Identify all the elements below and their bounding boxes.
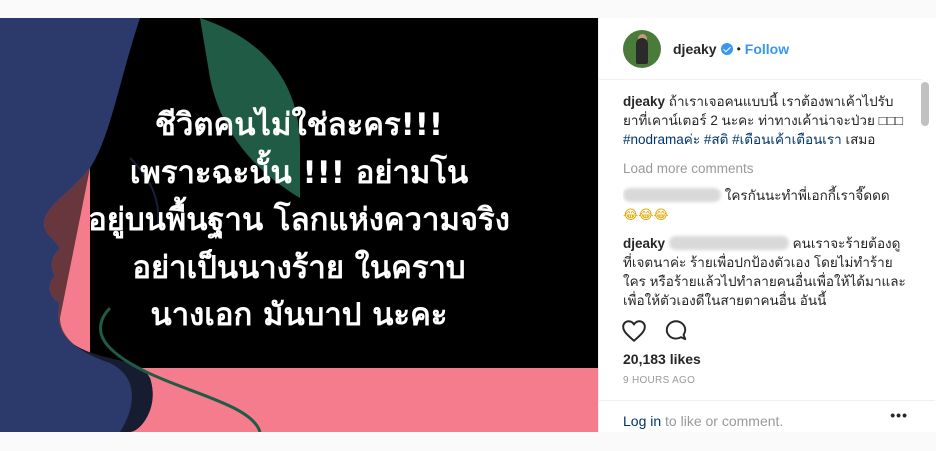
follow-button[interactable]: Follow — [745, 41, 789, 57]
post-timestamp[interactable]: 9 HOURS AGO — [623, 375, 695, 386]
login-prompt-text: to like or comment. — [661, 413, 784, 429]
load-more-comments[interactable]: Load more comments — [623, 159, 907, 178]
blurred-mention — [668, 236, 789, 250]
quote-line: อยู่บนพื้นฐาน โลกแห่งความจริง — [88, 202, 510, 238]
post-image[interactable]: ชีวิตคนไม่ใช่ละคร!!! เพราะฉะนั้น !!! อย่… — [0, 18, 598, 432]
comment-icon[interactable] — [663, 318, 689, 344]
scrollbar-thumb[interactable] — [921, 82, 929, 126]
quote-line: ชีวิตคนไม่ใช่ละคร!!! — [154, 107, 444, 143]
separator-dot: • — [736, 41, 741, 56]
hashtag[interactable]: #สติ — [704, 132, 729, 147]
comments-scrollbar[interactable] — [921, 80, 929, 320]
login-link[interactable]: Log in — [623, 413, 661, 429]
avatar[interactable] — [623, 29, 661, 68]
more-options-icon[interactable]: ••• — [890, 407, 908, 423]
comment-item: djeaky คนเราจะร้ายต้องดูที่เจตนาค่ะ ร้าย… — [623, 234, 907, 310]
header-username[interactable]: djeaky — [673, 41, 717, 57]
comments-list[interactable]: djeaky ถ้าเราเจอคนแบบนี้ เราต้องพาเค้าไป… — [623, 92, 907, 318]
caption-tail: เสมอ — [845, 132, 876, 147]
comment-text: ใครกันนะทำพี่เอกกี้เราจี๊ดดด — [724, 188, 890, 203]
caption-text: ถ้าเราเจอคนแบบนี้ เราต้องพาเค้าไปรับยาที… — [623, 94, 904, 128]
laughing-emoji-icon: 😂😂😂 — [623, 207, 669, 222]
comment-username[interactable]: djeaky — [623, 236, 665, 251]
post-sidebar: djeaky • Follow djeaky ถ้าเราเจอคนแบบนี้… — [598, 18, 936, 432]
quote-line: อย่าเป็นนางร้าย ในคราบ — [132, 249, 466, 286]
comment-item: ใครกันนะทำพี่เอกกี้เราจี๊ดดด 😂😂😂 — [623, 186, 907, 224]
image-quote-text: ชีวิตคนไม่ใช่ละคร!!! เพราะฉะนั้น !!! อย่… — [0, 102, 598, 340]
avatar-figure — [636, 37, 648, 64]
likes-count[interactable]: 20,183 likes — [623, 351, 701, 367]
post-header: djeaky • Follow — [599, 18, 922, 80]
caption: djeaky ถ้าเราเจอคนแบบนี้ เราต้องพาเค้าไป… — [623, 92, 907, 149]
action-bar — [621, 318, 921, 344]
hashtag[interactable]: #nodramaค่ะ — [623, 132, 700, 147]
blurred-username — [623, 188, 721, 202]
quote-line: เพราะฉะนั้น !!! อย่ามโน — [129, 154, 469, 191]
quote-line: นางเอก มันบาป นะคะ — [150, 297, 448, 333]
instagram-post: ชีวิตคนไม่ใช่ละคร!!! เพราะฉะนั้น !!! อย่… — [0, 18, 936, 432]
verified-badge-icon — [720, 42, 733, 55]
caption-username[interactable]: djeaky — [623, 94, 665, 109]
hashtag[interactable]: #เตือนเค้าเตือนเรา — [732, 132, 842, 147]
heart-icon[interactable] — [621, 318, 647, 344]
login-prompt: Log in to like or comment. — [599, 400, 935, 432]
